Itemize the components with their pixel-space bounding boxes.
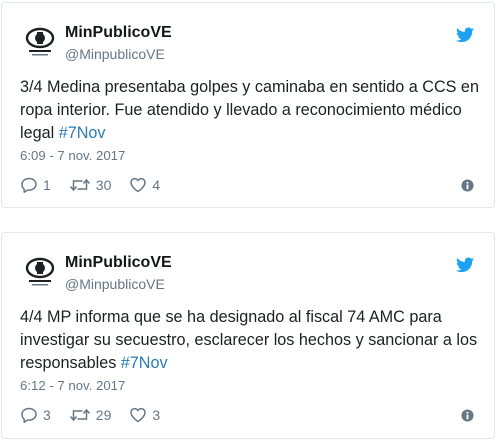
author-name[interactable]: MinPublicoVE: [65, 24, 172, 42]
like-button[interactable]: 3: [129, 406, 160, 424]
retweet-count: 29: [95, 407, 112, 423]
minpublico-logo-avatar[interactable]: [23, 253, 57, 287]
hashtag-link[interactable]: #7Nov: [121, 354, 168, 372]
info-icon[interactable]: [461, 179, 474, 192]
minpublico-logo-avatar[interactable]: [23, 23, 57, 57]
author-handle[interactable]: @MinpublicoVE: [65, 46, 165, 62]
heart-icon: [130, 177, 147, 193]
timestamp[interactable]: 6:12 - 7 nov. 2017: [20, 378, 125, 393]
retweet-count: 30: [95, 177, 112, 193]
tweet-card[interactable]: MinPublicoVE @MinpublicoVE 4/4 MP inform…: [1, 232, 495, 439]
twitter-bird-icon[interactable]: [456, 27, 474, 43]
retweet-icon: [69, 408, 90, 422]
retweet-icon: [69, 178, 90, 192]
like-count: 3: [152, 407, 161, 423]
tweet-card[interactable]: MinPublicoVE @MinpublicoVE 3/4 Medina pr…: [1, 2, 495, 208]
retweet-button[interactable]: 29: [69, 406, 112, 424]
author-name[interactable]: MinPublicoVE: [65, 254, 172, 272]
tweet-body: 4/4 MP informa que se ha designado al fi…: [20, 308, 478, 372]
reply-button[interactable]: 3: [20, 406, 51, 424]
reply-button[interactable]: 1: [20, 176, 51, 194]
reply-count: 1: [43, 177, 51, 193]
reply-icon: [21, 407, 37, 423]
hashtag-link[interactable]: #7Nov: [59, 124, 106, 142]
like-button[interactable]: 4: [129, 176, 160, 194]
info-icon[interactable]: [461, 409, 474, 422]
reply-icon: [21, 177, 37, 193]
tweet-text: 4/4 MP informa que se ha designado al fi…: [20, 306, 485, 375]
retweet-button[interactable]: 30: [69, 176, 112, 194]
tweet-text: 3/4 Medina presentaba golpes y caminaba …: [20, 76, 485, 145]
reply-count: 3: [43, 407, 51, 423]
timestamp[interactable]: 6:09 - 7 nov. 2017: [20, 148, 125, 163]
action-bar: 1 30 4: [20, 176, 178, 194]
twitter-bird-icon[interactable]: [456, 257, 474, 273]
action-bar: 3 29 3: [20, 406, 178, 424]
author-handle[interactable]: @MinpublicoVE: [65, 276, 165, 292]
like-count: 4: [152, 177, 161, 193]
heart-icon: [130, 407, 147, 423]
